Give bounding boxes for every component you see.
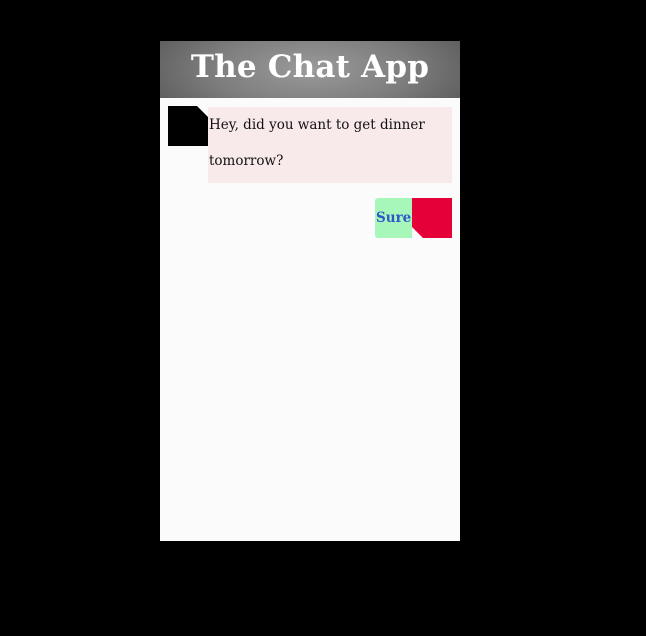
chat-app: The Chat App Hey, did you want to get di… xyxy=(160,41,460,541)
app-header: The Chat App xyxy=(160,41,460,98)
avatar-outgoing xyxy=(412,198,452,238)
message-text-outgoing: Sure. xyxy=(376,210,416,226)
avatar-corner xyxy=(197,106,208,117)
message-bubble-incoming: Hey, did you want to get dinner tomorrow… xyxy=(208,107,452,183)
avatar-corner xyxy=(412,227,423,238)
message-text-incoming: Hey, did you want to get dinner tomorrow… xyxy=(209,117,425,169)
message-bubble-outgoing: Sure. xyxy=(375,198,416,238)
avatar-incoming xyxy=(168,106,208,146)
app-title: The Chat App xyxy=(190,49,430,85)
